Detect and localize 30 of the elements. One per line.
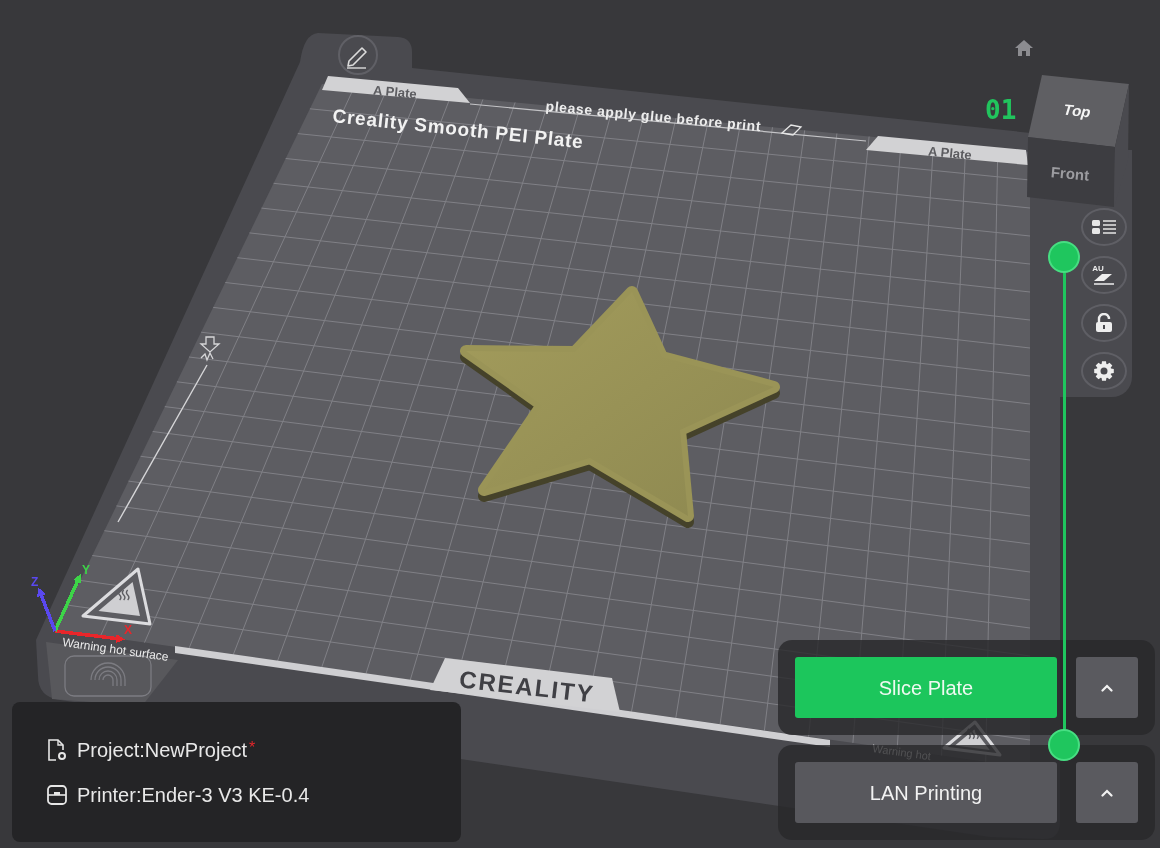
printer-name: Printer:Ender-3 V3 KE-0.4 [77,783,310,808]
list-view-button[interactable] [1081,208,1127,246]
project-name: Project:NewProject [77,738,248,763]
home-icon[interactable] [1015,40,1033,56]
slider-thumb[interactable] [1048,729,1080,761]
axis-label: Y [82,563,90,577]
project-file-icon [47,739,67,761]
caret-up-icon [1101,788,1113,797]
list-icon [1091,219,1117,235]
action-button[interactable]: LAN Printing [795,762,1057,823]
plate-number: 01 [985,95,1017,125]
plate-name-label: A Plate [866,136,1028,165]
hot-surface-warning-icon [81,567,152,626]
printer-icon [47,785,67,805]
slider-thumb[interactable] [1048,241,1080,273]
axis-label: Z [31,575,39,589]
warning-text: Warning hot surface [61,635,170,664]
view-cube-label[interactable]: Front [1050,163,1090,184]
view-cube-label[interactable]: Top [1062,100,1092,121]
down-arrow-icon [199,336,221,362]
pencil-icon[interactable] [338,35,378,75]
eraser-icon [780,124,803,136]
unsaved-mark: * [249,738,256,758]
axis-label: X [124,623,132,637]
plate-name-label: A Plate [322,76,470,103]
unlocked-padlock-icon [1095,313,1113,333]
brand-logo: CREALITY [430,658,620,712]
eraser-icon [1092,273,1116,285]
caret-up-icon [1101,683,1113,692]
settings-icon [1093,360,1115,382]
